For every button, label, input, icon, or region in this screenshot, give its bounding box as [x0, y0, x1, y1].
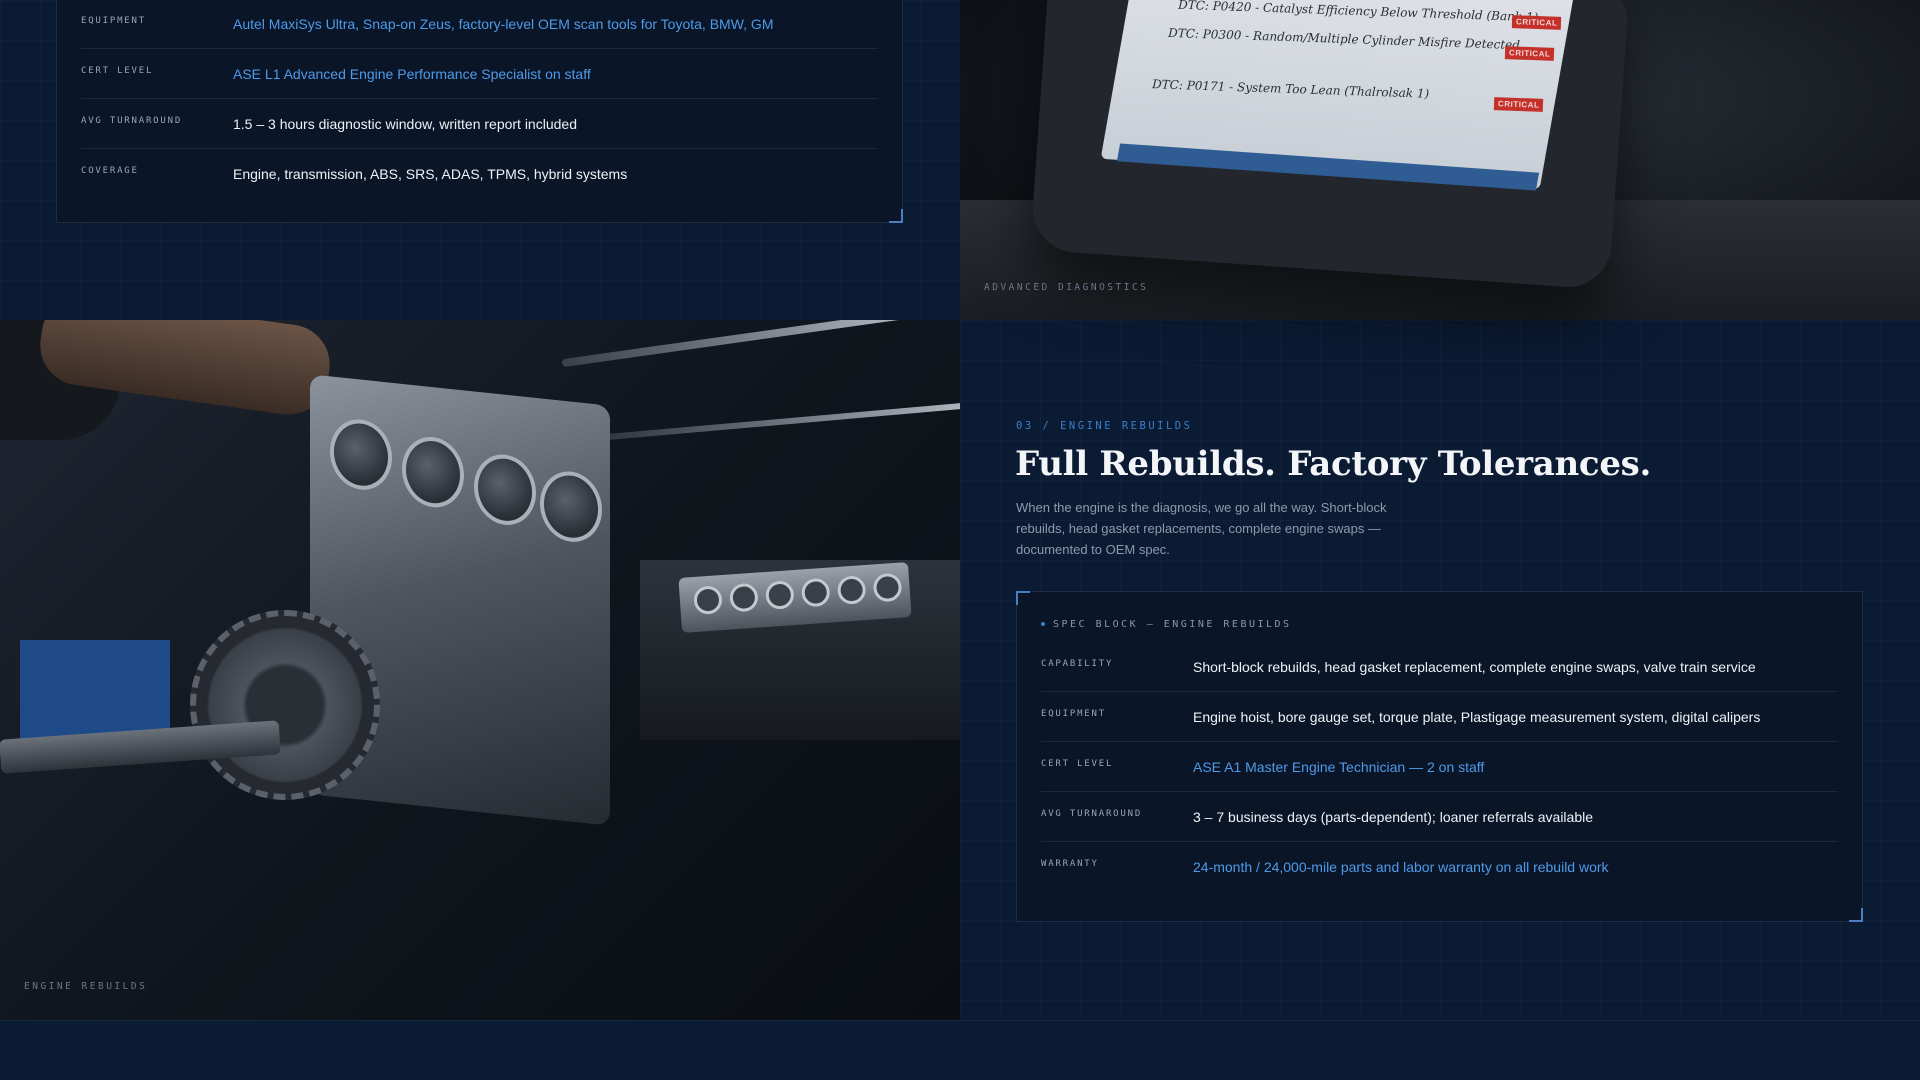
engine-rebuild-photo: ENGINE REBUILDS: [0, 320, 960, 1020]
spec-row-capability: CAPABILITY Short-block rebuilds, head ga…: [1041, 642, 1838, 692]
spec-label: COVERAGE: [81, 166, 139, 176]
head-bore: [836, 575, 867, 605]
spec-value: 3 – 7 business days (parts-dependent); l…: [1193, 808, 1594, 825]
bullet-dot-icon: [1041, 622, 1045, 626]
head-bore: [872, 572, 903, 603]
spec-row-avg-turnaround: AVG TURNAROUND 1.5 – 3 hours diagnostic …: [81, 99, 878, 149]
engine-photo-caption: ENGINE REBUILDS: [24, 981, 148, 992]
spec-block-header: SPEC BLOCK — ENGINE REBUILDS: [1041, 614, 1838, 634]
spec-label: EQUIPMENT: [81, 15, 146, 26]
spec-row-warranty: WARRANTY 24-month / 24,000-mile parts an…: [1041, 842, 1838, 892]
spec-value: Autel MaxiSys Ultra, Snap-on Zeus, facto…: [233, 15, 774, 32]
cylinder-bore: [402, 433, 464, 511]
critical-badge: CRITICAL: [1511, 15, 1562, 30]
diagnostics-photo-caption: ADVANCED DIAGNOSTICS: [984, 282, 1149, 293]
cylinder-bore: [330, 416, 392, 493]
spec-label: CERT LEVEL: [1041, 758, 1114, 769]
diagnostics-spec-section: EQUIPMENT Autel MaxiSys Ultra, Snap-on Z…: [0, 0, 960, 320]
corner-accent: [889, 209, 903, 223]
section-eyebrow: 03 / ENGINE REBUILDS: [1016, 420, 1193, 432]
spec-value: 1.5 – 3 hours diagnostic window, written…: [233, 115, 577, 132]
next-section-edge: [0, 1020, 1920, 1080]
shop-light: [600, 401, 960, 441]
spec-row-cert-level: CERT LEVEL ASE A1 Master Engine Technici…: [1041, 742, 1838, 792]
cylinder-bore: [474, 451, 536, 528]
timing-gear: [190, 610, 380, 800]
spec-label: AVG TURNAROUND: [81, 115, 183, 126]
spec-row-cert-level: CERT LEVEL ASE L1 Advanced Engine Perfor…: [81, 49, 878, 99]
spec-label: CERT LEVEL: [81, 65, 154, 76]
head-bore: [764, 580, 795, 610]
spec-label: CAPABILITY: [1041, 658, 1114, 669]
spec-value: Short-block rebuilds, head gasket replac…: [1193, 658, 1756, 675]
spec-value: ASE L1 Advanced Engine Performance Speci…: [233, 65, 591, 82]
cylinder-bore: [540, 468, 602, 545]
spec-row-avg-turnaround: AVG TURNAROUND 3 – 7 business days (part…: [1041, 792, 1838, 842]
page: EQUIPMENT Autel MaxiSys Ultra, Snap-on Z…: [0, 0, 1920, 1080]
section-headline: Full Rebuilds. Factory Tolerances.: [1015, 444, 1652, 484]
critical-badge: CRITICAL: [1493, 97, 1544, 112]
rebuilds-spec-block: SPEC BLOCK — ENGINE REBUILDS CAPABILITY …: [1016, 591, 1863, 922]
spec-block-title: SPEC BLOCK — ENGINE REBUILDS: [1053, 618, 1292, 630]
head-bore: [693, 585, 723, 616]
spec-value: 24-month / 24,000-mile parts and labor w…: [1193, 859, 1609, 875]
spec-label: WARRANTY: [1041, 859, 1099, 869]
spec-label: AVG TURNAROUND: [1041, 808, 1143, 819]
critical-badge: CRITICAL: [1504, 46, 1555, 61]
head-bore: [800, 577, 831, 608]
head-bore: [728, 582, 759, 613]
diagnostics-spec-block: EQUIPMENT Autel MaxiSys Ultra, Snap-on Z…: [56, 0, 903, 223]
corner-accent: [1016, 591, 1030, 605]
spec-row-equipment: EQUIPMENT Engine hoist, bore gauge set, …: [1041, 692, 1838, 742]
engine-rebuilds-section: 03 / ENGINE REBUILDS Full Rebuilds. Fact…: [960, 320, 1920, 1020]
spec-row-coverage: COVERAGE Engine, transmission, ABS, SRS,…: [81, 149, 878, 199]
shop-light: [561, 320, 960, 368]
corner-accent: [1849, 908, 1863, 922]
spec-label: EQUIPMENT: [1041, 708, 1106, 719]
spec-value: Engine hoist, bore gauge set, torque pla…: [1193, 708, 1761, 725]
section-description: When the engine is the diagnosis, we go …: [1016, 500, 1387, 557]
spec-value: ASE A1 Master Engine Technician — 2 on s…: [1193, 758, 1485, 775]
spec-row-equipment: EQUIPMENT Autel MaxiSys Ultra, Snap-on Z…: [81, 0, 878, 49]
spec-value: Engine, transmission, ABS, SRS, ADAS, TP…: [233, 166, 628, 182]
